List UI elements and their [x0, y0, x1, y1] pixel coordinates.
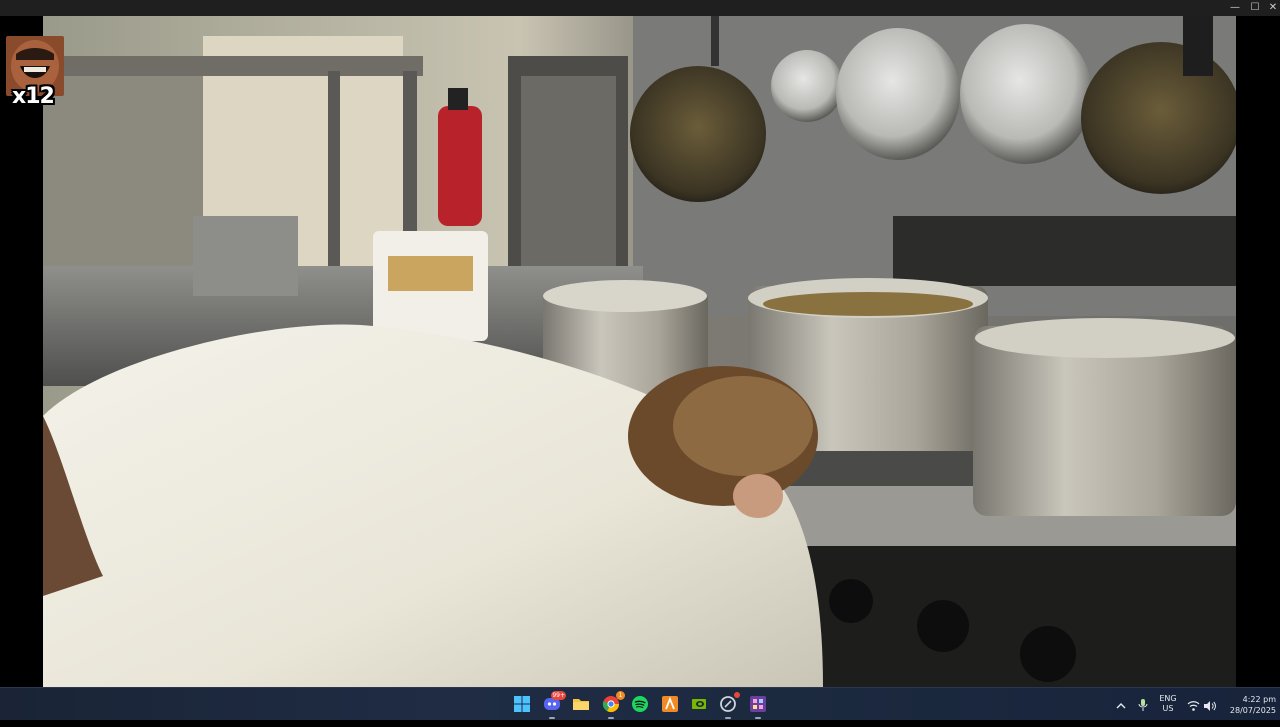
window-titlebar: — ☐ ✕ [0, 0, 1280, 16]
video-player[interactable]: x12 [0, 16, 1280, 687]
discord-badge: 99+ [551, 691, 566, 700]
chrome-icon[interactable]: 1 [600, 691, 625, 719]
nvidia-icon[interactable] [688, 693, 710, 715]
clock-time: 4:22 pm [1242, 695, 1276, 704]
running-indicator [608, 717, 614, 719]
taskbar: 99+ 1 ENG US 4:22 pm 28/07/2025 [0, 687, 1280, 720]
chrome-badge: 1 [616, 691, 625, 700]
overlay-count-text: x12 [12, 84, 55, 109]
running-indicator [549, 717, 555, 719]
minimize-button[interactable]: — [1224, 0, 1246, 16]
app-notification-dot [734, 692, 740, 698]
clock-date: 28/07/2025 [1229, 706, 1276, 715]
language-code: ENG [1159, 694, 1177, 703]
a-logo-icon[interactable] [659, 693, 681, 715]
keyboard-layout: US [1162, 704, 1174, 713]
running-indicator [725, 717, 731, 719]
system-clock[interactable]: 4:22 pm 28/07/2025 [1226, 694, 1276, 727]
volume-icon[interactable] [1203, 697, 1217, 716]
windows-logo-icon[interactable] [511, 693, 533, 715]
circle-app-icon[interactable] [717, 692, 740, 719]
wifi-icon[interactable] [1187, 697, 1200, 716]
chevron-up-icon[interactable] [1115, 697, 1127, 716]
microphone-icon[interactable] [1137, 697, 1149, 716]
video-frame [43, 16, 1236, 687]
discord-icon[interactable]: 99+ [541, 691, 566, 719]
running-indicator [755, 717, 761, 719]
folder-icon[interactable] [570, 693, 592, 715]
spotify-icon[interactable] [629, 693, 651, 715]
language-indicator[interactable]: ENG US [1156, 694, 1180, 727]
pixel-app-icon[interactable] [747, 693, 769, 719]
close-button[interactable]: ✕ [1262, 0, 1280, 16]
